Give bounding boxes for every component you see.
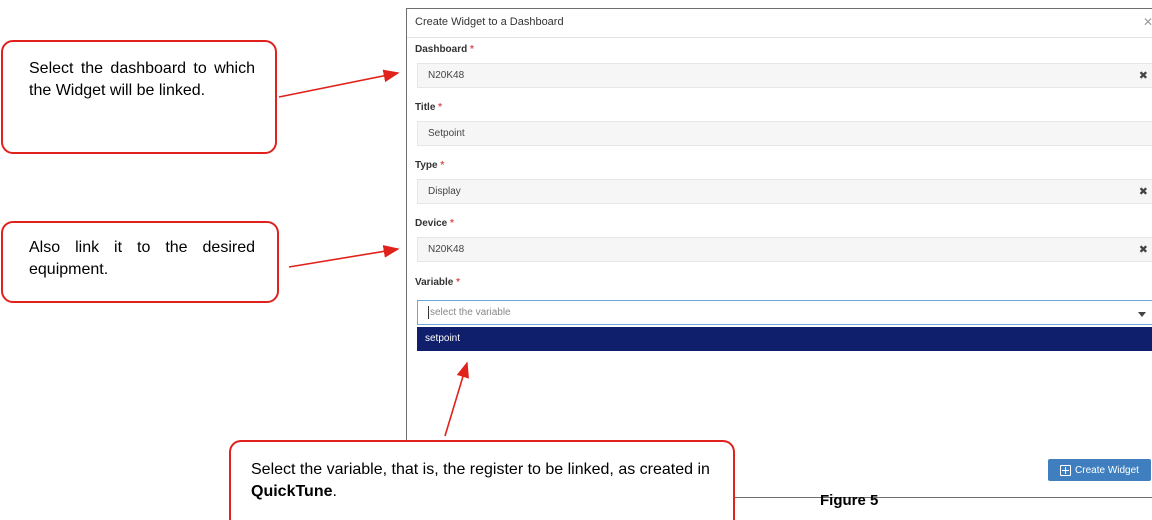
arrow-to-dashboard	[278, 69, 400, 98]
callout-arrows	[278, 69, 469, 437]
figure-caption: Figure 5	[820, 492, 879, 509]
arrow-to-variable	[444, 361, 469, 437]
arrow-to-device	[288, 245, 400, 268]
